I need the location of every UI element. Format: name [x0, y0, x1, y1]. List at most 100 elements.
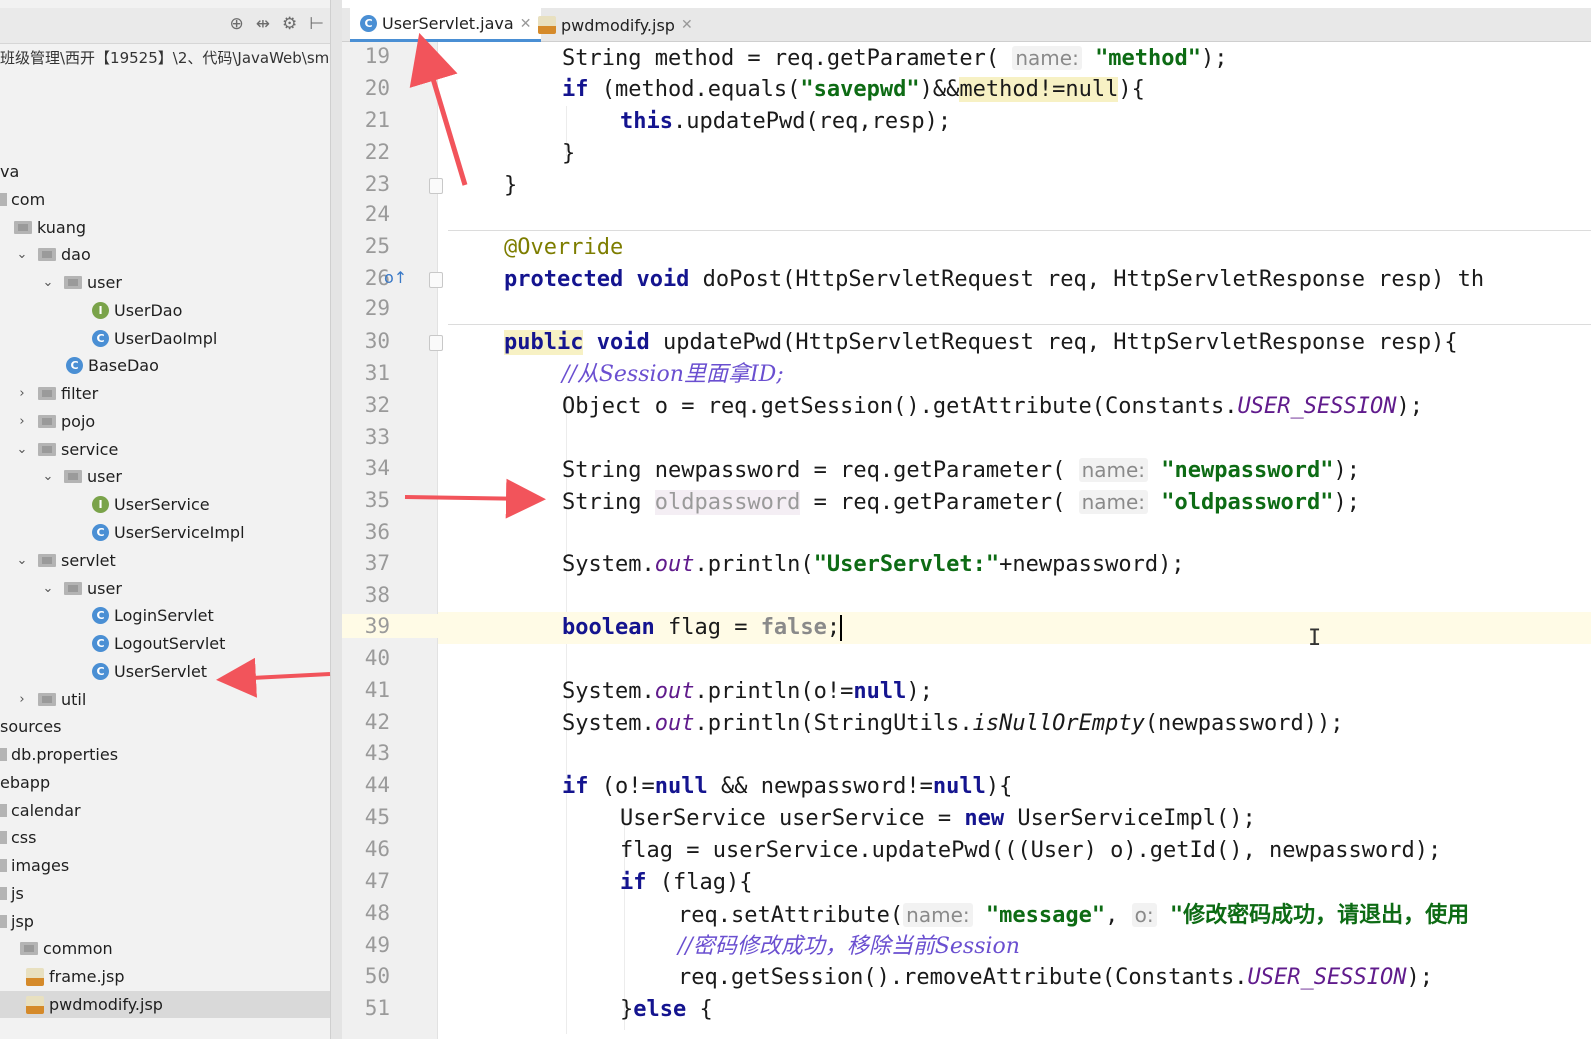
- tree-item-js[interactable]: js: [0, 880, 330, 907]
- close-icon[interactable]: ✕: [681, 17, 693, 33]
- line-number[interactable]: 34: [342, 456, 390, 480]
- chevron-down-icon[interactable]: ⌄: [40, 469, 56, 484]
- tree-item-va[interactable]: va: [0, 158, 330, 185]
- tree-item-userdao[interactable]: I UserDao: [0, 297, 330, 324]
- tree-item-images[interactable]: images: [0, 852, 330, 879]
- code-line-46: flag = userService.updatePwd(((User) o).…: [620, 838, 1442, 863]
- interface-icon: I: [92, 496, 109, 513]
- line-number[interactable]: 36: [342, 520, 390, 544]
- line-number[interactable]: 23: [342, 172, 390, 196]
- tree-item-label: util: [61, 690, 87, 709]
- chevron-right-icon[interactable]: ›: [14, 386, 30, 401]
- chevron-down-icon[interactable]: ⌄: [14, 247, 30, 262]
- project-tree-panel: ⊕ ⇹ ⚙ ⊢ 班级管理\西开【19525】\2、代码\JavaWeb\sml …: [0, 0, 330, 1039]
- chevron-right-icon[interactable]: ›: [14, 414, 30, 429]
- tree-item-userservlet[interactable]: C UserServlet: [0, 658, 330, 685]
- tree-item-util[interactable]: › util: [0, 686, 330, 713]
- tree-item-label: sources: [0, 717, 62, 736]
- tree-item-user[interactable]: ⌄ user: [0, 463, 330, 490]
- tree-item-filter[interactable]: › filter: [0, 380, 330, 407]
- line-number[interactable]: 31: [342, 361, 390, 385]
- line-number[interactable]: 29: [342, 296, 390, 320]
- tree-item-pwdmodify-jsp[interactable]: pwdmodify.jsp: [0, 991, 330, 1018]
- tree-item-db-properties[interactable]: db.properties: [0, 741, 330, 768]
- tree-item-user[interactable]: ⌄ user: [0, 269, 330, 296]
- tree-item-jsp[interactable]: jsp: [0, 908, 330, 935]
- code-line-49: //密码修改成功，移除当前Session: [678, 934, 1020, 959]
- tree-item-label: css: [11, 828, 37, 847]
- code-line-44: if (o!=null && newpassword!=null){: [562, 774, 1013, 799]
- gear-icon[interactable]: ⚙: [282, 14, 297, 34]
- tree-item-pojo[interactable]: › pojo: [0, 408, 330, 435]
- tree-item-label: ebapp: [0, 773, 51, 792]
- tab-userservlet[interactable]: C UserServlet.java ✕: [350, 8, 542, 42]
- line-number[interactable]: 37: [342, 551, 390, 575]
- chevron-right-icon[interactable]: ›: [14, 692, 30, 707]
- line-number[interactable]: 41: [342, 678, 390, 702]
- line-number[interactable]: 49: [342, 933, 390, 957]
- tree-item-css[interactable]: css: [0, 824, 330, 851]
- code-line-25: @Override: [504, 235, 624, 260]
- tree-item-userserviceimpl[interactable]: C UserServiceImpl: [0, 519, 330, 546]
- line-number[interactable]: 43: [342, 741, 390, 765]
- target-icon[interactable]: ⊕: [229, 14, 243, 34]
- line-number[interactable]: 47: [342, 869, 390, 893]
- line-number[interactable]: 45: [342, 805, 390, 829]
- line-number[interactable]: 51: [342, 996, 390, 1020]
- tree-item-ebapp[interactable]: ebapp: [0, 769, 330, 796]
- line-number[interactable]: 39: [342, 614, 438, 638]
- tree-item-userservice[interactable]: I UserService: [0, 491, 330, 518]
- line-number[interactable]: 25: [342, 234, 390, 258]
- line-number[interactable]: 19: [342, 44, 390, 68]
- tree-item-kuang[interactable]: kuang: [0, 214, 330, 241]
- line-number[interactable]: 30: [342, 329, 390, 353]
- tree-item-sources[interactable]: sources: [0, 713, 330, 740]
- code-line-47: if (flag){: [620, 870, 753, 895]
- folder-icon: [0, 831, 7, 844]
- package-icon: [38, 248, 56, 261]
- hide-icon[interactable]: ⊢: [309, 14, 324, 34]
- tree-item-basedao[interactable]: C BaseDao: [0, 352, 330, 379]
- tree-item-servlet[interactable]: ⌄ servlet: [0, 547, 330, 574]
- line-number[interactable]: 46: [342, 837, 390, 861]
- line-number[interactable]: 32: [342, 393, 390, 417]
- line-number-gutter[interactable]: 19 20 21 22 23 24 25 26 29 30 31 32 33 34 35 36 37 38 39 40…: [342, 42, 443, 1039]
- line-number[interactable]: 35: [342, 488, 390, 512]
- line-number[interactable]: 20: [342, 76, 390, 100]
- class-icon: C: [360, 15, 377, 32]
- tree-item-common[interactable]: common: [0, 935, 330, 962]
- code-line-51: }else {: [620, 997, 713, 1022]
- line-number[interactable]: 48: [342, 901, 390, 925]
- collapse-icon[interactable]: ⇹: [256, 14, 270, 34]
- tree-item-dao[interactable]: ⌄ dao: [0, 241, 330, 268]
- folder-icon: [0, 804, 7, 817]
- line-number[interactable]: 21: [342, 108, 390, 132]
- chevron-down-icon[interactable]: ⌄: [40, 581, 56, 596]
- tree-item-label: user: [87, 579, 122, 598]
- tab-pwdmodify[interactable]: pwdmodify.jsp ✕: [528, 8, 703, 42]
- line-number[interactable]: 44: [342, 773, 390, 797]
- override-marker-icon[interactable]: o↑: [384, 268, 407, 287]
- line-number[interactable]: 26: [342, 266, 390, 290]
- mouse-ibeam-cursor-icon: I: [1308, 626, 1322, 651]
- tree-item-com[interactable]: com: [0, 186, 330, 213]
- line-number[interactable]: 50: [342, 964, 390, 988]
- panel-splitter[interactable]: [330, 0, 342, 1039]
- tree-item-user[interactable]: ⌄ user: [0, 575, 330, 602]
- line-number[interactable]: 24: [342, 202, 390, 226]
- code-editor[interactable]: String method = req.getParameter( name: …: [438, 42, 1591, 1039]
- line-number[interactable]: 33: [342, 425, 390, 449]
- chevron-down-icon[interactable]: ⌄: [40, 275, 56, 290]
- line-number[interactable]: 38: [342, 583, 390, 607]
- tree-item-loginservlet[interactable]: C LoginServlet: [0, 602, 330, 629]
- line-number[interactable]: 40: [342, 646, 390, 670]
- tree-item-userdaoimpl[interactable]: C UserDaoImpl: [0, 325, 330, 352]
- line-number[interactable]: 22: [342, 140, 390, 164]
- tree-item-calendar[interactable]: calendar: [0, 797, 330, 824]
- line-number[interactable]: 42: [342, 710, 390, 734]
- tree-item-logoutservlet[interactable]: C LogoutServlet: [0, 630, 330, 657]
- chevron-down-icon[interactable]: ⌄: [14, 553, 30, 568]
- tree-item-service[interactable]: ⌄ service: [0, 436, 330, 463]
- chevron-down-icon[interactable]: ⌄: [14, 442, 30, 457]
- tree-item-frame-jsp[interactable]: frame.jsp: [0, 963, 330, 990]
